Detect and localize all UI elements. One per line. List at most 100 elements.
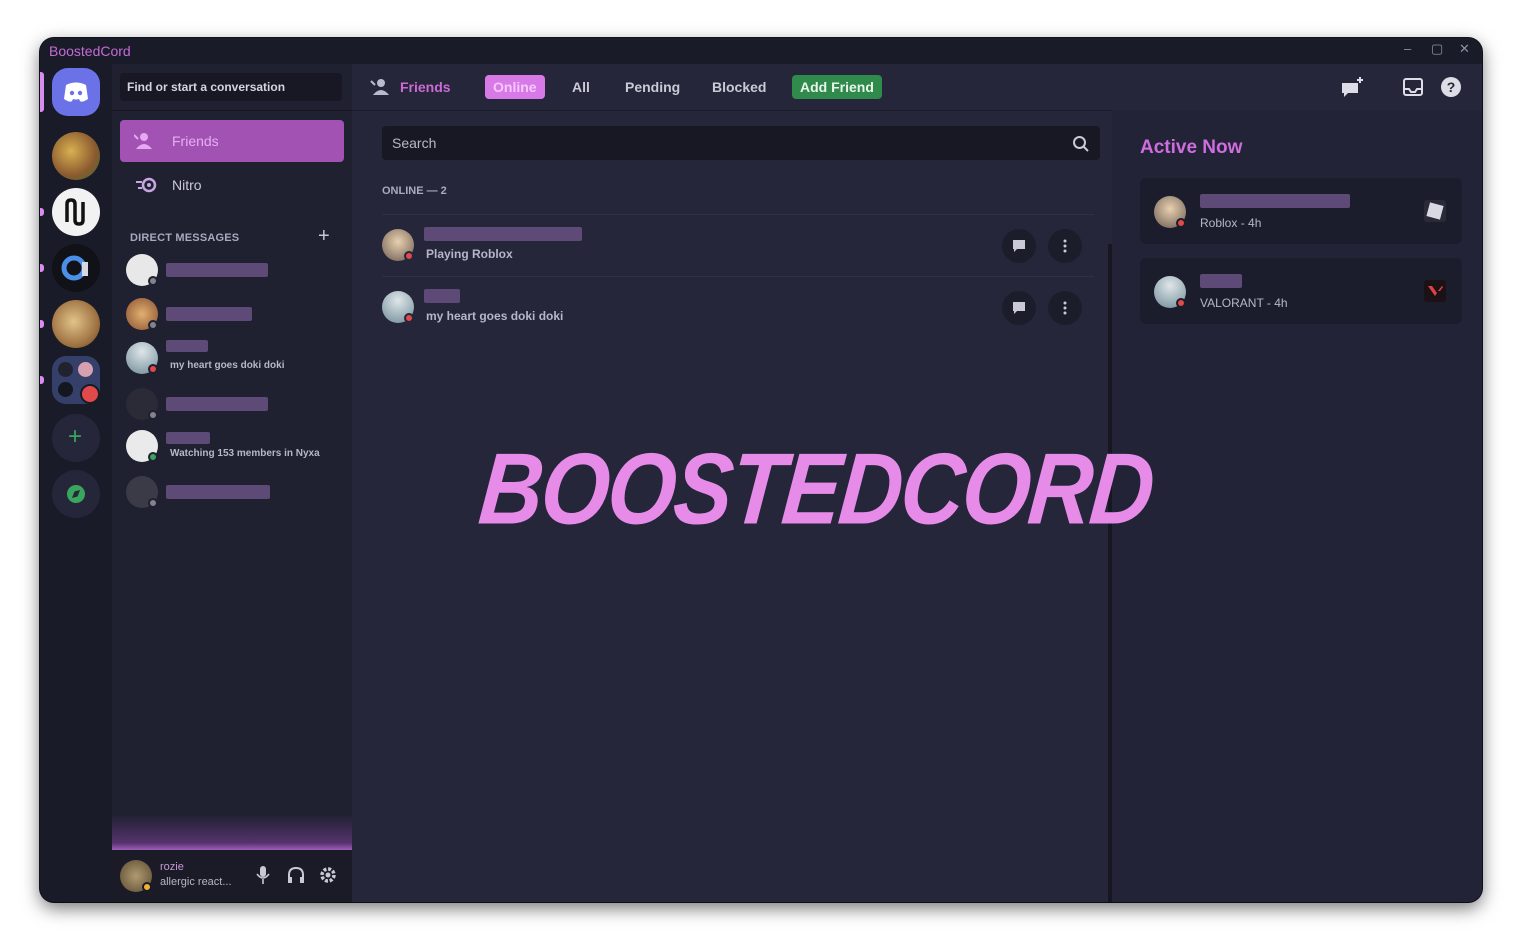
active-now-card[interactable]: Roblox - 4h xyxy=(1140,178,1462,244)
user-status: allergic react... xyxy=(160,876,232,888)
nav-nitro[interactable]: Nitro xyxy=(120,164,344,206)
status-offline-icon xyxy=(148,410,158,420)
divider xyxy=(112,110,352,111)
server-folder[interactable] xyxy=(52,356,100,404)
tab-pending[interactable]: Pending xyxy=(617,75,688,99)
friends-icon xyxy=(134,133,152,149)
folder-server-icon xyxy=(78,362,93,377)
dm-section-header: DIRECT MESSAGES xyxy=(130,232,240,244)
user-panel: rozie allergic react... xyxy=(112,850,352,902)
minimize-button[interactable]: – xyxy=(1404,41,1411,56)
friends-icon xyxy=(370,79,389,95)
friend-name-redacted xyxy=(424,289,460,303)
dm-item[interactable] xyxy=(126,472,342,512)
dm-name-redacted xyxy=(166,397,268,411)
app-window: BoostedCord – ▢ ✕ + Find or start a conv… xyxy=(40,38,1482,902)
tab-all[interactable]: All xyxy=(564,75,598,99)
maximize-button[interactable]: ▢ xyxy=(1431,41,1443,57)
dm-item[interactable]: Watching 153 members in Nyxa xyxy=(126,426,342,466)
mention-badge xyxy=(80,384,100,404)
dm-item[interactable] xyxy=(126,250,342,290)
dm-search-input[interactable]: Find or start a conversation xyxy=(120,73,342,101)
active-activity: VALORANT - 4h xyxy=(1200,296,1288,310)
server-avatar[interactable] xyxy=(52,132,100,180)
message-button[interactable] xyxy=(1002,229,1036,263)
tab-blocked[interactable]: Blocked xyxy=(704,75,774,99)
valorant-icon xyxy=(1424,280,1446,302)
active-name-redacted xyxy=(1200,274,1242,288)
dm-item[interactable]: my heart goes doki doki xyxy=(126,338,342,378)
folder-server-icon xyxy=(58,362,73,377)
dm-name-redacted xyxy=(166,340,208,352)
explore-servers-button[interactable] xyxy=(52,470,100,518)
compass-icon xyxy=(67,485,85,503)
discord-home-button[interactable] xyxy=(52,68,100,116)
dm-item[interactable] xyxy=(126,384,342,424)
create-dm-button[interactable]: + xyxy=(318,225,330,248)
new-group-dm-icon[interactable] xyxy=(1340,75,1366,99)
plus-icon: + xyxy=(68,423,83,450)
unread-indicator xyxy=(40,208,44,216)
chat-bubble-icon xyxy=(1013,302,1025,314)
active-now-panel: Active Now Roblox - 4h VALORANT - 4h xyxy=(1112,110,1482,902)
active-name-redacted xyxy=(1200,194,1350,208)
add-friend-button[interactable]: Add Friend xyxy=(792,75,882,99)
dm-sidebar: Find or start a conversation Friends Nit… xyxy=(112,64,352,902)
dm-item[interactable] xyxy=(126,294,342,334)
dm-status-text: my heart goes doki doki xyxy=(170,360,285,371)
friend-activity: Playing Roblox xyxy=(426,247,513,261)
settings-gear-icon[interactable] xyxy=(318,865,338,885)
header-title: Friends xyxy=(400,79,451,95)
sidebar-glow xyxy=(112,814,352,850)
help-icon[interactable]: ? xyxy=(1440,76,1462,98)
status-dnd-icon xyxy=(1176,298,1186,308)
friend-row[interactable]: Playing Roblox xyxy=(382,214,1094,277)
more-vertical-icon xyxy=(1063,301,1067,315)
friend-name-redacted xyxy=(424,227,582,241)
server-avatar[interactable] xyxy=(52,244,100,292)
status-dnd-icon xyxy=(148,364,158,374)
server-logo-icon xyxy=(61,255,88,281)
status-dnd-icon xyxy=(1176,218,1186,228)
server-logo-icon xyxy=(65,198,85,226)
active-now-card[interactable]: VALORANT - 4h xyxy=(1140,258,1462,324)
nitro-icon xyxy=(136,177,157,193)
server-rail: + xyxy=(40,64,112,902)
status-offline-icon xyxy=(148,276,158,286)
friends-search-input[interactable]: Search xyxy=(382,126,1100,160)
dm-name-redacted xyxy=(166,432,210,444)
nav-nitro-label: Nitro xyxy=(172,177,202,193)
dm-name-redacted xyxy=(166,307,252,321)
inbox-icon[interactable] xyxy=(1402,76,1424,98)
message-button[interactable] xyxy=(1002,291,1036,325)
dm-name-redacted xyxy=(166,485,270,499)
friend-row[interactable]: my heart goes doki doki xyxy=(382,276,1094,339)
online-count-header: ONLINE — 2 xyxy=(382,185,447,197)
tab-online[interactable]: Online xyxy=(485,75,545,99)
more-options-button[interactable] xyxy=(1048,291,1082,325)
add-server-button[interactable]: + xyxy=(52,414,100,462)
headphones-icon[interactable] xyxy=(286,865,306,885)
more-vertical-icon xyxy=(1063,239,1067,253)
titlebar: BoostedCord – ▢ ✕ xyxy=(40,38,1482,64)
microphone-icon[interactable] xyxy=(256,865,270,885)
close-button[interactable]: ✕ xyxy=(1459,41,1470,57)
user-name: rozie xyxy=(160,861,184,873)
status-offline-icon xyxy=(148,498,158,508)
dm-status-text: Watching 153 members in Nyxa xyxy=(170,448,320,459)
friends-search-placeholder: Search xyxy=(392,135,437,151)
chat-bubble-icon xyxy=(1013,240,1025,252)
status-online-icon xyxy=(148,452,158,462)
server-avatar[interactable] xyxy=(52,300,100,348)
active-now-title: Active Now xyxy=(1140,137,1243,158)
boostedcord-watermark: BOOSTEDCORD xyxy=(474,431,1158,546)
folder-server-icon xyxy=(58,382,73,397)
server-avatar[interactable] xyxy=(52,188,100,236)
status-offline-icon xyxy=(148,320,158,330)
status-idle-icon xyxy=(142,882,152,892)
dm-name-redacted xyxy=(166,263,268,277)
more-options-button[interactable] xyxy=(1048,229,1082,263)
friend-activity: my heart goes doki doki xyxy=(426,309,564,323)
nav-friends[interactable]: Friends xyxy=(120,120,344,162)
status-dnd-icon xyxy=(404,251,414,261)
